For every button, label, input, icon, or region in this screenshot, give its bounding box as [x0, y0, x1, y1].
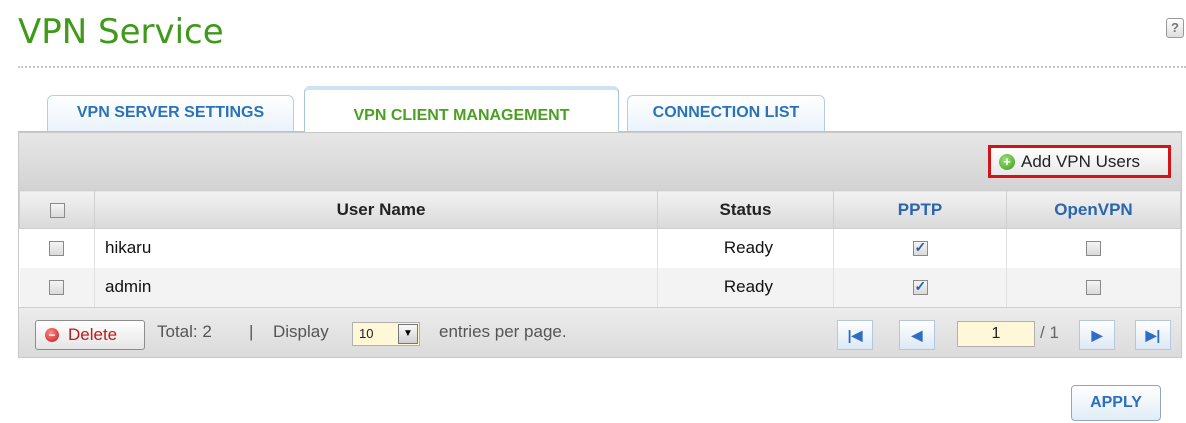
chevron-down-icon[interactable]: ▼	[398, 324, 418, 344]
entries-per-page-value: 10	[359, 326, 374, 341]
pptp-cell	[833, 267, 1007, 307]
openvpn-cell	[1006, 228, 1181, 268]
last-page-icon: ▶|	[1145, 327, 1161, 343]
next-page-button[interactable]: ▶	[1079, 320, 1115, 350]
client-panel: + Add VPN Users User Name Status PPTP Op…	[18, 132, 1182, 358]
display-label: Display	[273, 322, 329, 341]
add-vpn-users-label: Add VPN Users	[1021, 152, 1141, 171]
page-total: / 1	[1040, 323, 1059, 342]
pptp-checkbox[interactable]	[912, 239, 928, 257]
header-user-name[interactable]: User Name	[94, 190, 658, 229]
tab-connection-list[interactable]: CONNECTION LIST	[627, 95, 825, 131]
add-vpn-users-button[interactable]: + Add VPN Users	[988, 145, 1171, 178]
openvpn-checkbox[interactable]	[1086, 280, 1101, 296]
status-cell: Ready	[657, 267, 834, 307]
title-divider	[18, 66, 1186, 68]
pptp-cell	[833, 228, 1007, 268]
total-count: Total: 2	[157, 322, 212, 341]
delete-button[interactable]: − Delete	[35, 320, 145, 350]
header-openvpn: OpenVPN	[1006, 190, 1181, 229]
user-name-cell: hikaru	[94, 228, 658, 268]
pptp-checkbox[interactable]	[912, 278, 928, 296]
last-page-button[interactable]: ▶|	[1135, 320, 1171, 350]
first-page-button[interactable]: |◀	[837, 320, 873, 350]
row-select-cell	[19, 267, 95, 307]
first-page-icon: |◀	[847, 327, 863, 343]
row-select-cell	[19, 228, 95, 268]
select-all-checkbox[interactable]	[49, 202, 65, 218]
status-cell: Ready	[657, 228, 834, 268]
header-pptp: PPTP	[833, 190, 1007, 229]
openvpn-cell	[1006, 267, 1181, 307]
per-page-label: entries per page.	[439, 322, 567, 341]
user-name-cell: admin	[94, 267, 658, 307]
next-page-icon: ▶	[1091, 327, 1103, 343]
row-select-checkbox[interactable]	[49, 241, 65, 257]
entries-per-page-select[interactable]: 10 ▼	[352, 322, 420, 346]
toolbar: + Add VPN Users	[19, 133, 1181, 190]
tab-vpn-client-management[interactable]: VPN CLIENT MANAGEMENT	[304, 86, 619, 132]
delete-label: Delete	[68, 325, 118, 344]
page-title: VPN Service	[18, 12, 224, 52]
openvpn-checkbox[interactable]	[1086, 241, 1101, 257]
apply-button[interactable]: APPLY	[1071, 385, 1161, 421]
page-number-input[interactable]: 1	[957, 321, 1035, 347]
minus-circle-icon: −	[45, 328, 59, 342]
header-status[interactable]: Status	[657, 190, 834, 229]
footer-separator: |	[249, 322, 254, 341]
table-row[interactable]: hikaru Ready	[19, 228, 1181, 268]
table-row[interactable]: admin Ready	[19, 267, 1181, 307]
row-select-checkbox[interactable]	[49, 280, 65, 296]
help-icon[interactable]: ?	[1166, 18, 1184, 38]
select-all-cell	[19, 190, 95, 229]
table-footer: − Delete Total: 2 | Display 10 ▼ entries…	[19, 307, 1181, 357]
table-header-row: User Name Status PPTP OpenVPN	[19, 190, 1181, 229]
prev-page-button[interactable]: ◀	[899, 320, 935, 350]
plus-circle-icon: +	[999, 154, 1015, 170]
users-table: User Name Status PPTP OpenVPN hikaru Rea…	[19, 190, 1181, 307]
prev-page-icon: ◀	[911, 327, 923, 343]
tab-vpn-server-settings[interactable]: VPN SERVER SETTINGS	[47, 95, 294, 131]
